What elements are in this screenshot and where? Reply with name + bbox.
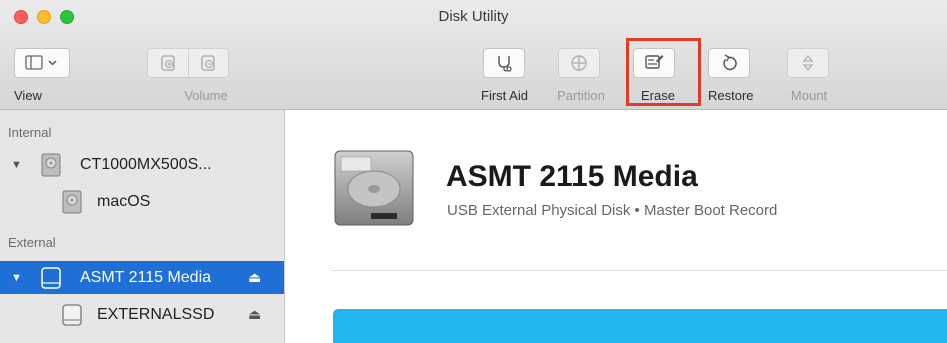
- pie-icon: [571, 55, 587, 71]
- disk-title: ASMT 2115 Media: [446, 160, 698, 193]
- disk-subtitle: USB External Physical Disk • Master Boot…: [447, 202, 778, 219]
- stethoscope-icon: [498, 56, 512, 72]
- internal-disk-icon: [41, 153, 61, 176]
- remove-volume-icon: [201, 55, 215, 71]
- add-volume-button[interactable]: [148, 49, 188, 77]
- external-disk-icon: [41, 266, 61, 289]
- volume-control[interactable]: [147, 48, 229, 78]
- disclosure-triangle-icon[interactable]: ▼: [11, 272, 22, 284]
- sidebar-item-ct1000mx500[interactable]: ▼ CT1000MX500S...: [0, 148, 284, 181]
- restore-label: Restore: [708, 88, 754, 103]
- internal-section-header: Internal: [8, 125, 52, 140]
- volume-label: Volume: [184, 88, 228, 103]
- view-button[interactable]: [14, 48, 70, 78]
- disk-usage-bar: [333, 309, 947, 343]
- sidebar-item-macos[interactable]: macOS: [0, 185, 284, 218]
- restore-button[interactable]: [708, 48, 750, 78]
- mount-label: Mount: [790, 88, 828, 103]
- external-volume-icon: [62, 303, 82, 326]
- sidebar-item-label: ASMT 2115 Media: [80, 268, 212, 286]
- volume-icon: [62, 190, 82, 213]
- first-aid-label: First Aid: [481, 88, 528, 103]
- partition-button[interactable]: [558, 48, 600, 78]
- view-label: View: [14, 88, 42, 103]
- external-section-header: External: [8, 235, 56, 250]
- add-volume-icon: [161, 55, 175, 71]
- eject-icon[interactable]: ⏏: [248, 306, 261, 323]
- detail-divider: [331, 270, 947, 271]
- sidebar: Internal ▼ CT1000MX500S... macOS Externa…: [0, 110, 285, 343]
- sidebar-item-label: macOS: [97, 192, 151, 210]
- sidebar-item-label: EXTERNALSSD: [97, 305, 215, 323]
- sidebar-icon: [25, 55, 57, 70]
- eject-icon[interactable]: ⏏: [248, 269, 261, 286]
- window-toolbar: Disk Utility View Volume First Aid Parti…: [0, 0, 947, 110]
- disclosure-triangle-icon[interactable]: ▼: [11, 159, 22, 171]
- window-title: Disk Utility: [438, 8, 509, 25]
- partition-label: Partition: [557, 88, 605, 103]
- hard-disk-icon: [334, 150, 414, 226]
- remove-volume-button[interactable]: [187, 49, 229, 77]
- sidebar-item-label: CT1000MX500S...: [80, 155, 212, 173]
- sidebar-item-externalssd[interactable]: EXTERNALSSD ⏏: [0, 298, 284, 331]
- first-aid-button[interactable]: [483, 48, 525, 78]
- mount-button[interactable]: [787, 48, 829, 78]
- sidebar-item-asmt-2115-media[interactable]: ▼ ASMT 2115 Media ⏏: [0, 261, 284, 294]
- mount-icon: [802, 54, 814, 72]
- erase-highlight-box: [626, 38, 701, 106]
- restore-icon: [723, 54, 737, 71]
